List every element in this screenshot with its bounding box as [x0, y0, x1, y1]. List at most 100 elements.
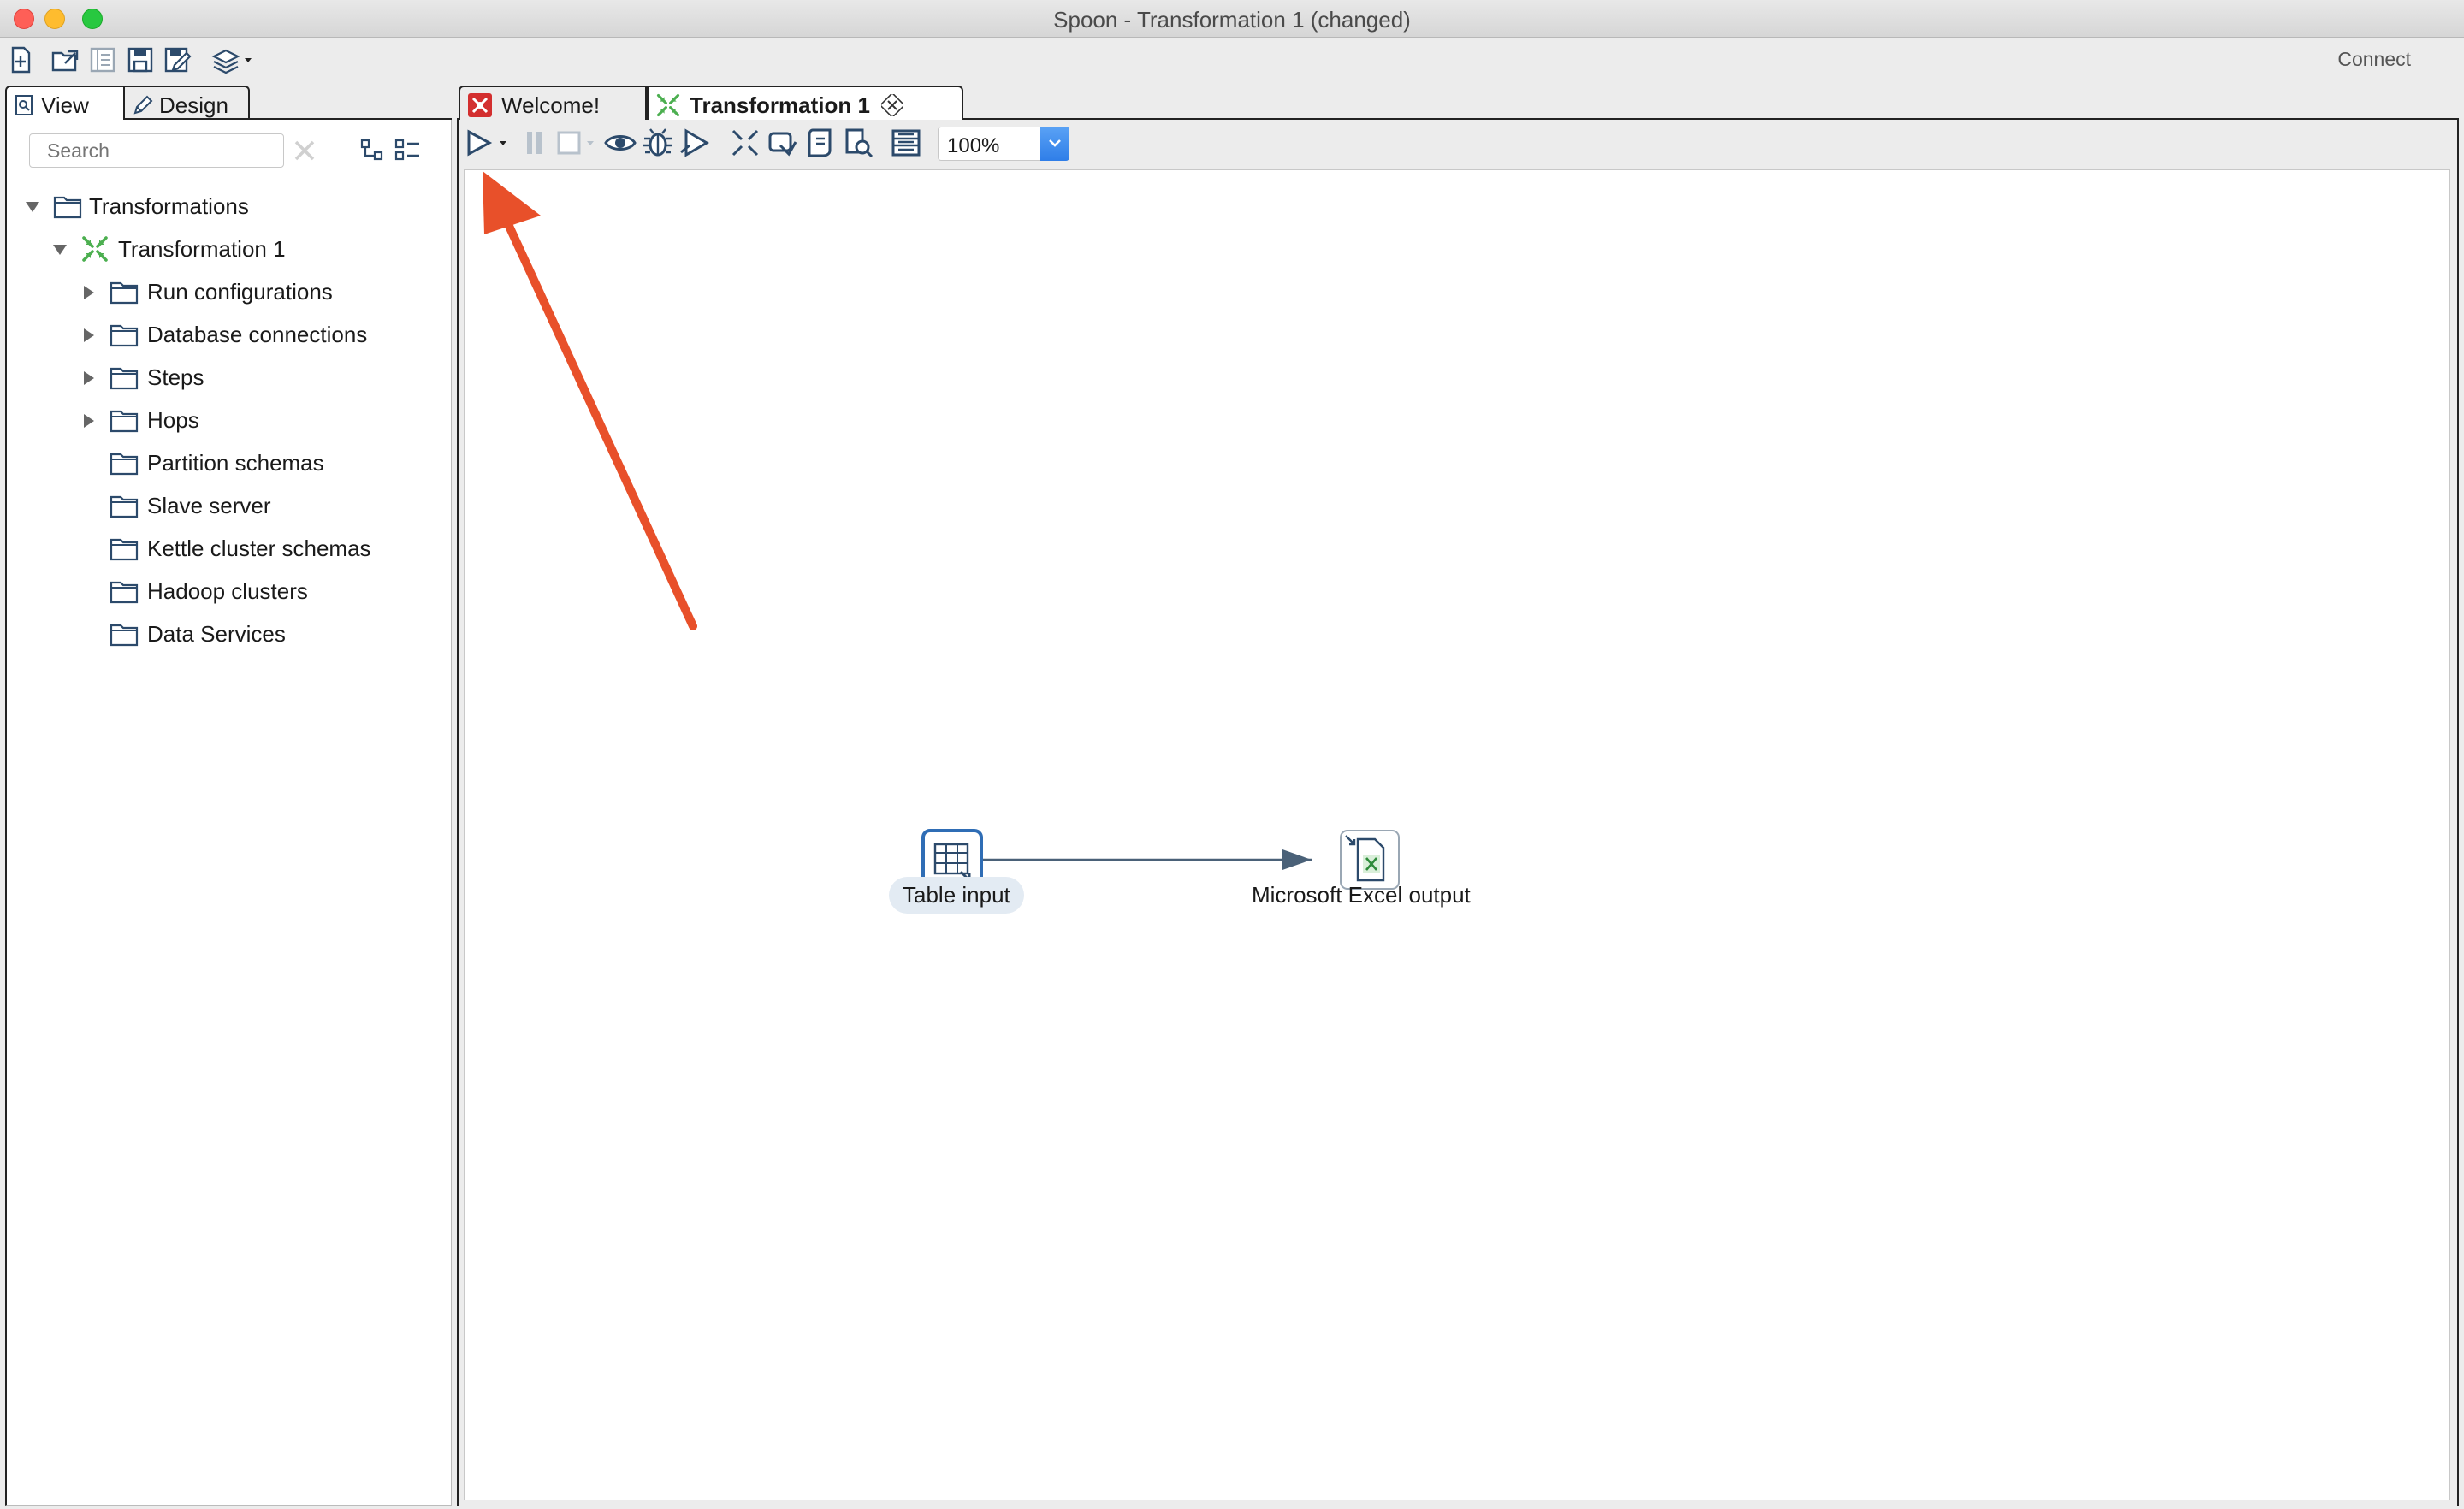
tree-item-hops[interactable]: Hops [80, 405, 440, 440]
transformation-icon [82, 236, 108, 262]
tree-item-hadoop-clusters[interactable]: Hadoop clusters [80, 577, 440, 611]
main-toolbar: Connect [0, 38, 2464, 82]
replay-icon [680, 128, 709, 157]
title-bar: Spoon - Transformation 1 (changed) [0, 0, 2464, 38]
hop-connector[interactable] [465, 170, 2451, 1501]
replay-button[interactable] [679, 127, 712, 159]
tree-item-label: Hops [147, 407, 199, 433]
save-icon[interactable] [125, 44, 156, 75]
transformation-icon [656, 93, 680, 117]
folder-icon [110, 324, 139, 347]
pause-icon [527, 132, 542, 154]
folder-icon [53, 196, 82, 219]
impact-icon [768, 132, 797, 157]
tree-item-run-configurations[interactable]: Run configurations [80, 277, 440, 311]
impact-button[interactable] [767, 127, 799, 159]
tree-item-label: Slave server [147, 493, 271, 518]
bug-icon [643, 128, 672, 157]
folder-icon [110, 538, 139, 561]
stop-button[interactable] [554, 127, 601, 159]
run-button[interactable] [465, 127, 513, 159]
tab-transformation-1[interactable]: Transformation 1 [647, 86, 963, 120]
tree-item-slave-server[interactable]: Slave server [80, 491, 440, 525]
tree-item-label: Steps [147, 364, 204, 390]
open-file-icon[interactable] [50, 44, 80, 75]
tab-transformation-label: Transformation 1 [690, 92, 870, 118]
tree-item-label: Transformations [89, 193, 249, 219]
debug-button[interactable] [642, 127, 674, 159]
folder-icon [110, 453, 139, 476]
tab-view[interactable]: View [5, 86, 125, 120]
editor-body: 100% Table input Microsoft Excel output [457, 120, 2459, 1506]
tree-item-data-services[interactable]: Data Services [80, 619, 440, 654]
verify-button[interactable] [729, 127, 761, 159]
chevron-right-icon[interactable] [80, 412, 98, 429]
tab-design-label: Design [159, 92, 228, 118]
tree-item-label: Hadoop clusters [147, 578, 308, 604]
editor-tabs: Welcome! Transformation 1 [457, 82, 2459, 120]
transformation-canvas[interactable]: Table input Microsoft Excel output [464, 169, 2450, 1500]
tree-item-steps[interactable]: Steps [80, 363, 440, 397]
tree-item-transformations[interactable]: Transformations [24, 192, 435, 226]
search-input[interactable] [29, 133, 284, 168]
tree-item-label: Run configurations [147, 279, 333, 305]
tree-item-transformation-1[interactable]: Transformation 1 [51, 234, 436, 269]
save-as-icon[interactable] [163, 44, 193, 75]
results-panel-icon [891, 129, 921, 157]
collapse-all-icon[interactable] [359, 137, 388, 164]
tree-item-label: Partition schemas [147, 450, 324, 476]
left-panel: View Design Transformations Transformati… [5, 82, 452, 1506]
step-label-table-input: Table input [889, 877, 1024, 914]
tab-view-label: View [41, 92, 89, 118]
eye-icon [604, 135, 637, 151]
zoom-select[interactable]: 100% [938, 127, 1069, 161]
close-tab-icon[interactable] [881, 94, 903, 116]
stop-icon [557, 131, 594, 155]
step-label-excel-output: Microsoft Excel output [1252, 882, 1471, 908]
tree-item-label: Data Services [147, 621, 286, 647]
canvas-toolbar: 100% [459, 120, 2457, 166]
sql-button[interactable] [804, 127, 837, 159]
chevron-right-icon[interactable] [80, 370, 98, 387]
expand-list-icon[interactable] [394, 137, 423, 164]
chevron-right-icon[interactable] [80, 327, 98, 344]
folder-icon [110, 367, 139, 390]
tree-item-partition-schemas[interactable]: Partition schemas [80, 448, 440, 482]
pencil-icon [133, 95, 153, 115]
pause-button[interactable] [518, 127, 551, 159]
tab-design[interactable]: Design [125, 86, 250, 120]
editor-pane: Welcome! Transformation 1 100% Table inp… [457, 82, 2459, 1506]
folder-icon [110, 410, 139, 433]
sql-script-icon [808, 128, 832, 157]
tab-welcome[interactable]: Welcome! [459, 86, 647, 120]
tree-item-database-connections[interactable]: Database connections [80, 320, 440, 354]
folder-icon [110, 281, 139, 305]
zoom-dropdown-button[interactable] [1040, 127, 1069, 161]
chevron-down-icon[interactable] [51, 241, 68, 258]
new-file-icon[interactable] [5, 44, 36, 75]
chevron-right-icon[interactable] [80, 284, 98, 301]
tree-item-label: Kettle cluster schemas [147, 536, 371, 561]
folder-icon [110, 495, 139, 518]
chevron-down-icon[interactable] [24, 198, 41, 216]
run-icon [467, 129, 506, 157]
tree-item-label: Transformation 1 [118, 236, 286, 262]
preview-button[interactable] [604, 127, 637, 159]
tab-welcome-label: Welcome! [501, 92, 601, 118]
spoon-icon [468, 93, 492, 117]
explore-db-button[interactable] [842, 127, 874, 159]
verify-icon [732, 129, 759, 157]
explore-repository-icon[interactable] [87, 44, 118, 75]
show-results-button[interactable] [890, 127, 922, 159]
zoom-value: 100% [947, 134, 1000, 157]
tree-item-kettle-cluster-schemas[interactable]: Kettle cluster schemas [80, 534, 440, 568]
chevron-down-icon [1049, 139, 1061, 147]
perspective-layers-icon[interactable] [210, 44, 258, 75]
clear-search-icon[interactable] [289, 135, 320, 166]
folder-icon [110, 581, 139, 604]
connect-button[interactable]: Connect [2337, 48, 2411, 71]
window-title: Spoon - Transformation 1 (changed) [1053, 7, 1411, 33]
left-panel-body: Transformations Transformation 1 Run con… [5, 120, 452, 1506]
left-panel-tabs: View Design [5, 82, 452, 120]
folder-icon [110, 624, 139, 647]
